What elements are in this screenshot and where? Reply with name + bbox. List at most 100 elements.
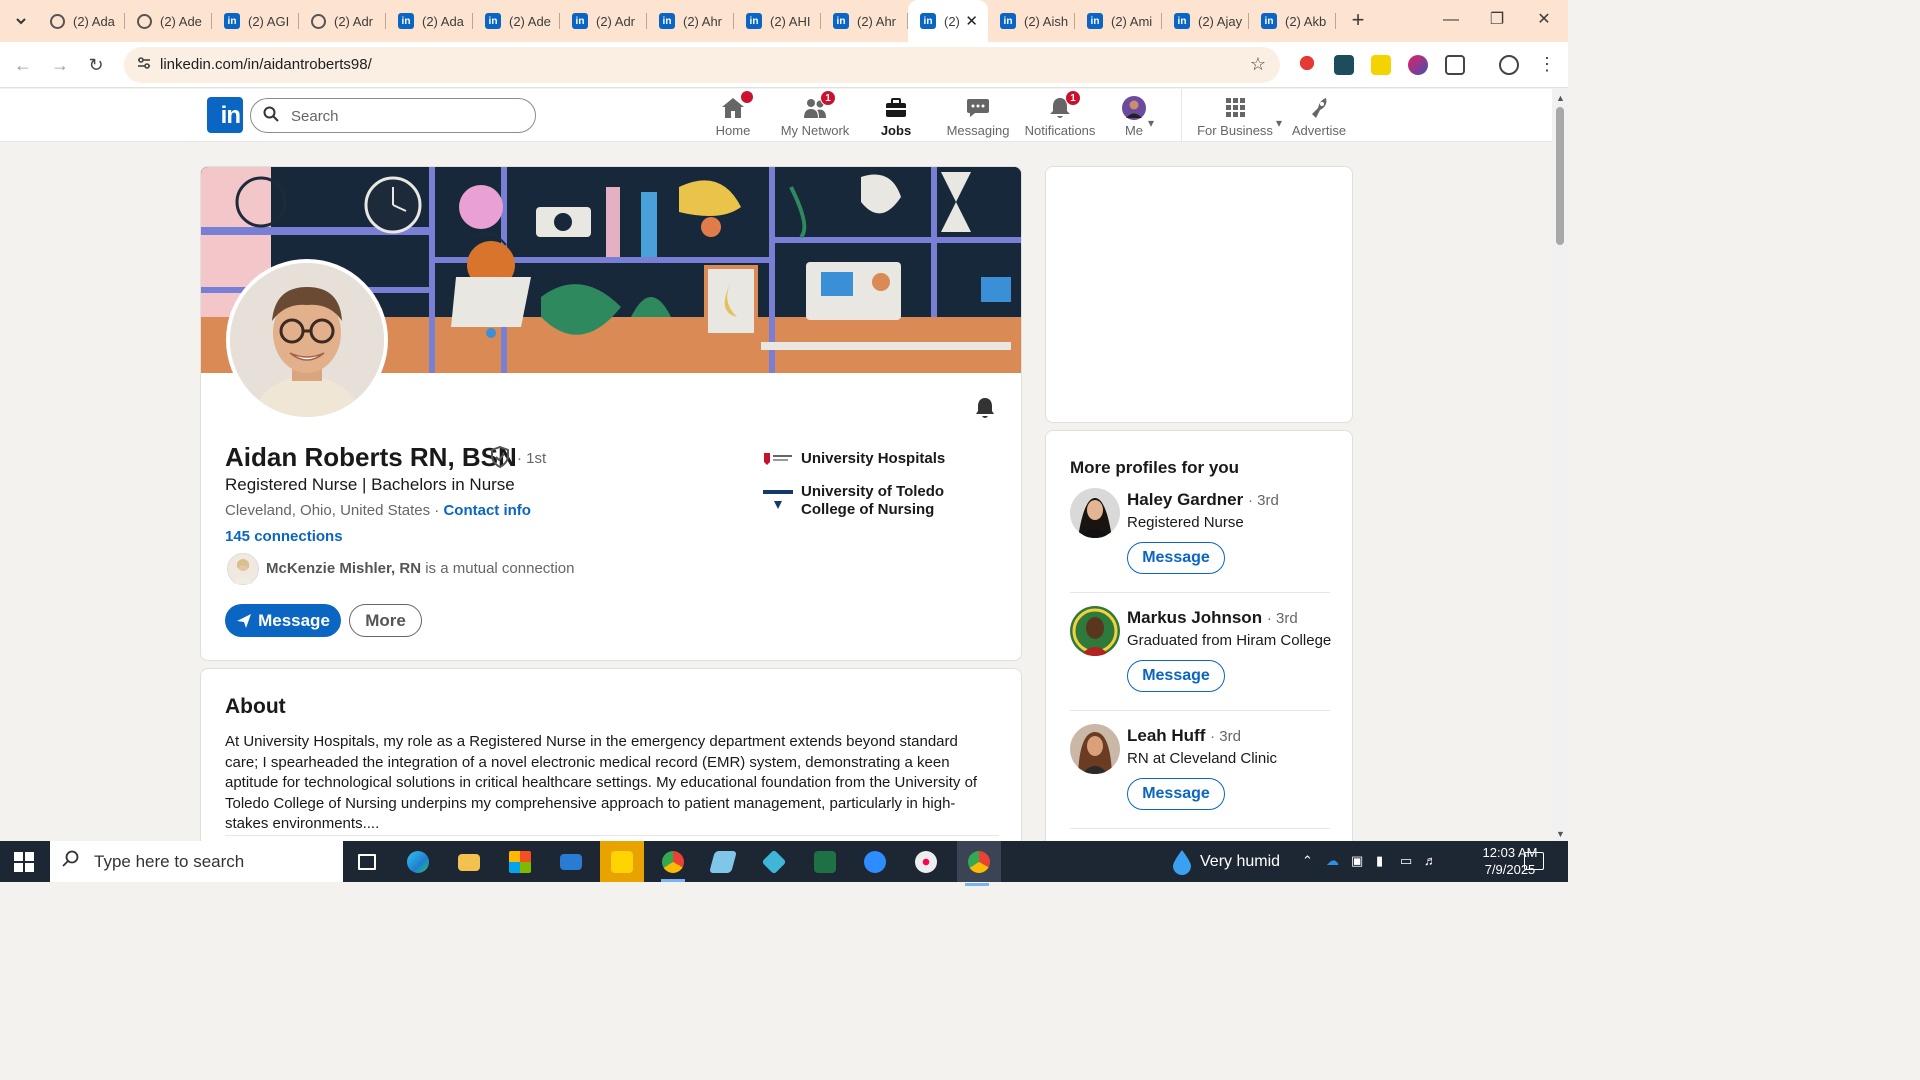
- browser-tab[interactable]: in (2) AGI: [212, 0, 299, 42]
- nav-home[interactable]: Home: [706, 90, 760, 140]
- mail-icon[interactable]: [551, 846, 591, 878]
- search-input[interactable]: [291, 105, 521, 127]
- browser-tab[interactable]: in (2) Aish: [988, 0, 1075, 42]
- mutual-connection-avatar[interactable]: [227, 553, 259, 585]
- notepad-icon[interactable]: [703, 846, 743, 878]
- search-icon: [62, 850, 80, 873]
- forward-button[interactable]: →: [47, 52, 73, 78]
- nav-advertise[interactable]: Advertise: [1288, 92, 1350, 140]
- notification-bell-icon[interactable]: [973, 396, 997, 420]
- battery-icon[interactable]: ▮: [1376, 853, 1383, 869]
- color-extension-icon[interactable]: [1408, 55, 1428, 75]
- suggestion-message-button[interactable]: Message: [1127, 542, 1225, 574]
- tab-search-button[interactable]: [8, 8, 34, 34]
- onedrive-icon[interactable]: ☁: [1326, 853, 1339, 869]
- suggestion-message-button[interactable]: Message: [1127, 778, 1225, 810]
- task-view-icon[interactable]: [347, 846, 387, 878]
- suggestion-name[interactable]: Markus Johnson · 3rd: [1127, 608, 1298, 628]
- browser-tab[interactable]: in (2) Adr: [560, 0, 647, 42]
- profile-icon[interactable]: [1499, 55, 1519, 75]
- chrome-icon[interactable]: [653, 846, 693, 882]
- more-profiles-title: More profiles for you: [1070, 458, 1240, 477]
- windows-start-icon[interactable]: [14, 852, 34, 872]
- paint-icon[interactable]: [906, 846, 946, 878]
- close-tab-icon[interactable]: ✕: [965, 12, 978, 30]
- suggestion-avatar[interactable]: [1070, 606, 1120, 656]
- suggestion-avatar[interactable]: [1070, 488, 1120, 538]
- browser-tab[interactable]: in (2) Ahr: [647, 0, 734, 42]
- weather-widget[interactable]: Very humid: [1172, 849, 1280, 875]
- excel-icon[interactable]: [805, 846, 845, 878]
- profile-suggestion: Haley Gardner · 3rd Registered Nurse Mes…: [1070, 488, 1330, 598]
- edge-icon[interactable]: [398, 846, 438, 878]
- linkedin-icon: in: [1087, 13, 1103, 29]
- extensions-puzzle-icon[interactable]: [1445, 55, 1465, 75]
- nav-my-network[interactable]: 1 My Network: [780, 90, 850, 140]
- restore-button[interactable]: ❐: [1482, 8, 1512, 32]
- contact-info-link[interactable]: Contact info: [443, 502, 531, 519]
- linkedin-icon: in: [485, 13, 501, 29]
- network-icon[interactable]: ▭: [1400, 853, 1412, 869]
- nav-me[interactable]: Me ▾: [1114, 92, 1154, 140]
- meet-icon[interactable]: ▣: [1351, 853, 1363, 869]
- close-window-button[interactable]: ✕: [1529, 8, 1559, 32]
- zoom-icon[interactable]: [855, 846, 895, 878]
- more-button[interactable]: More: [349, 604, 422, 637]
- nav-notifications[interactable]: 1 Notifications: [1022, 90, 1098, 140]
- suggestion-name[interactable]: Leah Huff · 3rd: [1127, 726, 1241, 746]
- scrollbar-thumb[interactable]: [1556, 107, 1564, 245]
- back-button[interactable]: ←: [10, 52, 36, 78]
- browser-tab[interactable]: (2) Ada: [38, 0, 125, 42]
- page-scrollbar[interactable]: ▲ ▼: [1552, 89, 1568, 841]
- volume-icon[interactable]: ♬: [1424, 853, 1437, 868]
- asterisk-extension-icon[interactable]: [1371, 55, 1391, 75]
- new-tab-button[interactable]: +: [1346, 9, 1370, 33]
- pokeball-extension-icon[interactable]: [1297, 55, 1317, 75]
- search-box[interactable]: [250, 98, 536, 133]
- browser-tab[interactable]: in (2) Ajay: [1162, 0, 1249, 42]
- nav-for-business[interactable]: For Business ▾: [1190, 92, 1282, 140]
- address-bar[interactable]: linkedin.com/in/aidantroberts98/ ☆: [124, 47, 1280, 83]
- reload-button[interactable]: ↻: [83, 52, 109, 78]
- org-item-education[interactable]: University of Toledo College of Nursing: [762, 483, 1002, 523]
- suggestion-name[interactable]: Haley Gardner · 3rd: [1127, 490, 1279, 510]
- suggestion-divider: [1070, 592, 1330, 593]
- store-icon[interactable]: [500, 846, 540, 878]
- browser-tab[interactable]: in (2) Akb: [1249, 0, 1336, 42]
- scroll-down-arrow-icon[interactable]: ▼: [1556, 829, 1565, 839]
- message-button-label: Message: [258, 610, 330, 630]
- chrome-active-icon[interactable]: [957, 841, 1001, 886]
- verified-shield-icon[interactable]: [488, 445, 512, 469]
- mutual-connection-suffix: is a mutual connection: [425, 560, 575, 577]
- taskbar-search-box[interactable]: Type here to search: [50, 841, 343, 882]
- connections-link[interactable]: 145 connections: [225, 528, 343, 545]
- browser-tab[interactable]: in (2) Ade: [473, 0, 560, 42]
- minimize-button[interactable]: —: [1436, 8, 1466, 32]
- file-explorer-icon[interactable]: [449, 846, 489, 878]
- sticky-notes-icon[interactable]: [600, 841, 644, 882]
- notification-center-icon[interactable]: [1524, 852, 1544, 870]
- browser-tab[interactable]: (2) Ade: [125, 0, 212, 42]
- tray-chevron-up-icon[interactable]: ⌃: [1302, 853, 1313, 869]
- browser-tab[interactable]: in (2) Ada: [386, 0, 473, 42]
- wallet-extension-icon[interactable]: [1334, 55, 1354, 75]
- browser-tab[interactable]: in (2) Ami: [1075, 0, 1162, 42]
- diamond-app-icon[interactable]: [754, 846, 794, 878]
- linkedin-logo[interactable]: in: [207, 97, 243, 133]
- browser-menu-icon[interactable]: ⋮: [1537, 55, 1557, 75]
- site-info-icon[interactable]: [134, 55, 154, 75]
- suggestion-message-button[interactable]: Message: [1127, 660, 1225, 692]
- org-item-experience[interactable]: University Hospitals: [762, 450, 1002, 470]
- scroll-up-arrow-icon[interactable]: ▲: [1556, 93, 1565, 103]
- browser-tab[interactable]: (2) Adr: [299, 0, 386, 42]
- nav-messaging[interactable]: Messaging: [945, 92, 1011, 140]
- browser-tab[interactable]: in (2) AHI: [734, 0, 821, 42]
- suggestion-avatar[interactable]: [1070, 724, 1120, 774]
- bookmark-star-icon[interactable]: ☆: [1250, 54, 1266, 75]
- message-button[interactable]: Message: [225, 604, 341, 637]
- nav-jobs[interactable]: Jobs: [869, 92, 923, 140]
- mutual-connection-name[interactable]: McKenzie Mishler, RN: [266, 560, 421, 577]
- browser-tab-active[interactable]: in (2) ✕: [908, 0, 988, 42]
- browser-tab[interactable]: in (2) Ahr: [821, 0, 908, 42]
- profile-photo[interactable]: [226, 259, 388, 421]
